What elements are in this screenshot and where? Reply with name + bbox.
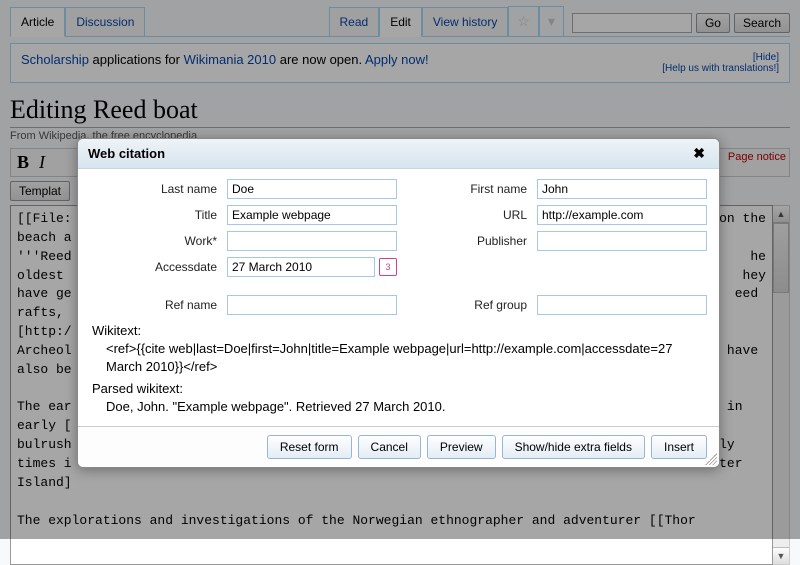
label-ref-name: Ref name bbox=[92, 298, 217, 312]
dialog-footer: Reset form Cancel Preview Show/hide extr… bbox=[78, 426, 719, 467]
insert-button[interactable]: Insert bbox=[651, 435, 707, 459]
cancel-button[interactable]: Cancel bbox=[358, 435, 421, 459]
label-title: Title bbox=[92, 208, 217, 222]
extra-fields-button[interactable]: Show/hide extra fields bbox=[502, 435, 645, 459]
label-url: URL bbox=[407, 208, 527, 222]
resize-handle-icon[interactable] bbox=[705, 453, 717, 465]
dialog-title: Web citation bbox=[88, 146, 165, 161]
input-accessdate[interactable] bbox=[227, 257, 375, 277]
close-icon[interactable]: ✖ bbox=[689, 145, 709, 162]
input-url[interactable] bbox=[537, 205, 707, 225]
label-last-name: Last name bbox=[92, 182, 217, 196]
wikitext-preview: <ref>{{cite web|last=Doe|first=John|titl… bbox=[92, 340, 705, 375]
label-publisher: Publisher bbox=[407, 234, 527, 248]
label-first-name: First name bbox=[407, 182, 527, 196]
parsed-preview: Doe, John. "Example webpage". Retrieved … bbox=[92, 398, 705, 416]
calendar-icon[interactable]: 3 bbox=[379, 258, 397, 276]
reset-button[interactable]: Reset form bbox=[267, 435, 352, 459]
preview-button[interactable]: Preview bbox=[427, 435, 496, 459]
input-work[interactable] bbox=[227, 231, 397, 251]
wikitext-label: Wikitext: bbox=[92, 323, 705, 338]
input-publisher[interactable] bbox=[537, 231, 707, 251]
dialog-body: Last name First name Title URL Work* Pub… bbox=[78, 169, 719, 426]
input-last-name[interactable] bbox=[227, 179, 397, 199]
parsed-label: Parsed wikitext: bbox=[92, 381, 705, 396]
input-ref-name[interactable] bbox=[227, 295, 397, 315]
input-first-name[interactable] bbox=[537, 179, 707, 199]
label-work: Work* bbox=[92, 234, 217, 248]
input-title[interactable] bbox=[227, 205, 397, 225]
scroll-down-icon[interactable]: ▼ bbox=[773, 547, 789, 564]
dialog-titlebar[interactable]: Web citation ✖ bbox=[78, 139, 719, 169]
web-citation-dialog: Web citation ✖ Last name First name Titl… bbox=[77, 138, 720, 468]
label-accessdate: Accessdate bbox=[92, 260, 217, 274]
label-ref-group: Ref group bbox=[407, 298, 527, 312]
input-ref-group[interactable] bbox=[537, 295, 707, 315]
